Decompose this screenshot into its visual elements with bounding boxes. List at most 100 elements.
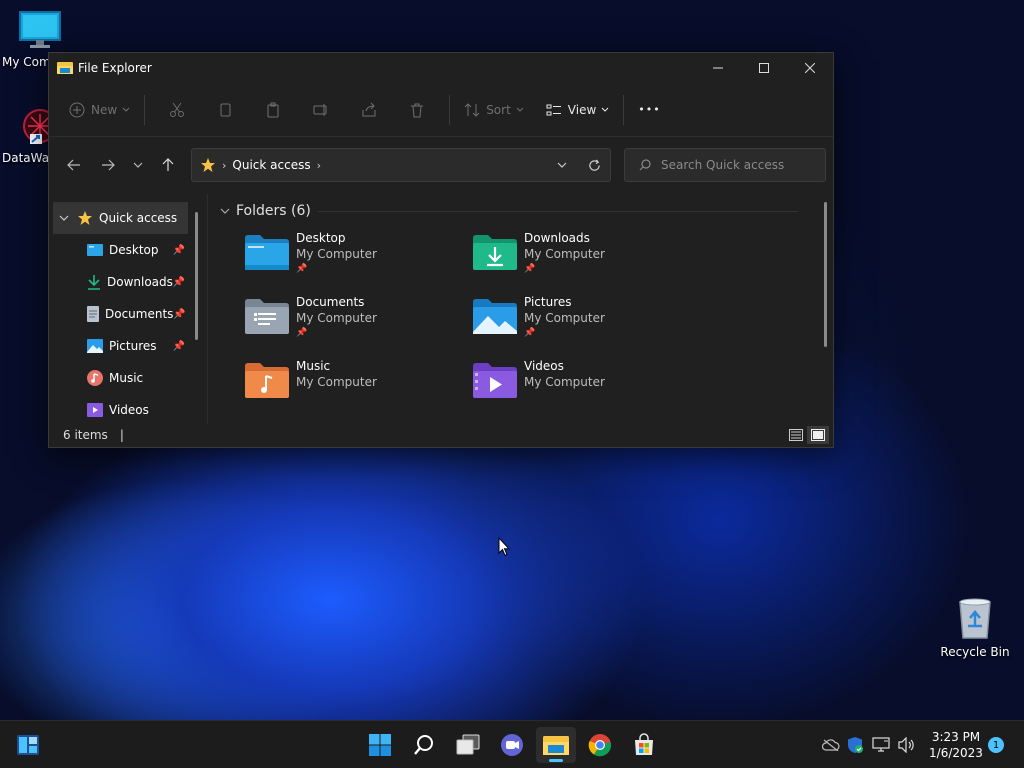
clock[interactable]: 3:23 PM 1/6/2023 xyxy=(924,729,988,761)
sidebar-item-downloads[interactable]: Downloads 📌 xyxy=(49,266,189,298)
toolbar-divider xyxy=(144,94,146,125)
sidebar-item-label: Quick access xyxy=(99,211,178,225)
details-view-icon xyxy=(789,429,803,441)
sidebar-item-label: Documents xyxy=(105,307,174,321)
clock-time: 3:23 PM xyxy=(931,730,981,744)
group-separator xyxy=(318,211,798,212)
chrome-button[interactable] xyxy=(580,727,620,763)
breadcrumb-chevron[interactable]: › xyxy=(317,159,321,172)
folder-tile-desktop[interactable]: Desktop My Computer 📌 xyxy=(244,228,472,292)
delete-button[interactable] xyxy=(393,94,441,126)
clipboard-icon xyxy=(267,102,279,117)
picture-icon xyxy=(87,338,103,354)
sidebar-item-pictures[interactable]: Pictures 📌 xyxy=(49,330,189,362)
desktop-icon-recycle-bin[interactable]: Recycle Bin xyxy=(935,596,1015,659)
maximize-button[interactable] xyxy=(741,53,787,83)
rename-icon xyxy=(313,103,327,116)
desktop-icon-label: Recycle Bin xyxy=(940,645,1010,659)
explorer-content: Quick access Desktop 📌 Downloads 📌 Docum… xyxy=(49,194,835,424)
back-button[interactable] xyxy=(59,150,89,180)
desktop-folder-icon xyxy=(245,235,289,270)
folder-location: My Computer xyxy=(524,311,605,325)
sidebar-item-music[interactable]: Music xyxy=(49,362,189,394)
file-list: Folders (6) Desktop My Computer 📌 Downlo… xyxy=(208,194,835,424)
folder-tile-music[interactable]: Music My Computer xyxy=(244,356,472,420)
main-scrollbar[interactable] xyxy=(824,202,827,347)
start-button[interactable] xyxy=(360,727,400,763)
address-history-button[interactable] xyxy=(546,159,578,172)
forward-button[interactable] xyxy=(93,150,123,180)
task-view-button[interactable] xyxy=(448,727,488,763)
folder-tile-pictures[interactable]: Pictures My Computer 📌 xyxy=(472,292,700,356)
copy-button[interactable] xyxy=(201,94,249,126)
folder-tile-documents[interactable]: Documents My Computer 📌 xyxy=(244,292,472,356)
volume-button[interactable] xyxy=(894,737,920,753)
pin-icon: 📌 xyxy=(172,340,185,352)
widgets-button[interactable] xyxy=(8,727,48,763)
download-icon xyxy=(87,274,101,290)
folder-tile-downloads[interactable]: Downloads My Computer 📌 xyxy=(472,228,700,292)
folder-tiles: Desktop My Computer 📌 Downloads My Compu… xyxy=(220,228,835,420)
file-explorer-window: File Explorer New Sort View ••• › Quick … xyxy=(48,52,834,448)
item-count: 6 items xyxy=(63,428,108,442)
up-button[interactable] xyxy=(153,150,183,180)
paste-button[interactable] xyxy=(249,94,297,126)
view-button[interactable]: View xyxy=(540,94,615,126)
security-button[interactable] xyxy=(842,736,868,754)
navigation-pane[interactable]: Quick access Desktop 📌 Downloads 📌 Docum… xyxy=(49,194,199,424)
network-button[interactable] xyxy=(868,737,894,753)
rename-button[interactable] xyxy=(297,94,345,126)
search-taskbar-button[interactable] xyxy=(404,727,444,763)
share-button[interactable] xyxy=(345,94,393,126)
share-icon xyxy=(362,102,376,116)
folder-location: My Computer xyxy=(524,247,605,261)
file-explorer-app-icon xyxy=(543,736,569,755)
store-button[interactable] xyxy=(624,727,664,763)
folder-name: Desktop xyxy=(296,231,346,245)
minimize-button[interactable] xyxy=(695,53,741,83)
chevron-down-icon xyxy=(59,215,69,221)
onedrive-button[interactable] xyxy=(820,739,842,751)
breadcrumb-quick-access[interactable]: Quick access xyxy=(232,158,310,172)
chat-button[interactable] xyxy=(492,727,532,763)
breadcrumb-chevron: › xyxy=(222,158,227,172)
cloud-offline-icon xyxy=(822,739,840,751)
folder-tile-videos[interactable]: Videos My Computer xyxy=(472,356,700,420)
network-icon xyxy=(872,737,890,752)
sidebar-item-documents[interactable]: Documents 📌 xyxy=(49,298,189,330)
sort-button[interactable]: Sort xyxy=(458,94,530,126)
file-explorer-app-icon xyxy=(57,62,73,74)
new-label: New xyxy=(91,102,118,117)
address-bar[interactable]: › Quick access › xyxy=(191,148,611,182)
videos-folder-icon xyxy=(473,363,517,398)
file-explorer-taskbar-button[interactable] xyxy=(536,727,576,763)
title-bar[interactable]: File Explorer xyxy=(49,53,833,83)
pin-icon: 📌 xyxy=(172,276,186,288)
cut-button[interactable] xyxy=(153,94,201,126)
sidebar-item-desktop[interactable]: Desktop 📌 xyxy=(49,234,189,266)
sidebar-item-videos[interactable]: Videos xyxy=(49,394,189,426)
notification-badge[interactable]: 1 xyxy=(988,737,1004,753)
monitor-icon xyxy=(19,11,61,48)
new-button[interactable]: New xyxy=(63,94,136,126)
minimize-icon xyxy=(713,67,723,69)
toolbar-divider xyxy=(623,94,625,125)
documents-folder-icon xyxy=(245,299,289,334)
refresh-button[interactable] xyxy=(578,159,610,172)
plus-circle-icon xyxy=(69,102,85,117)
details-view-button[interactable] xyxy=(785,426,807,444)
folder-name: Documents xyxy=(296,295,365,309)
star-icon xyxy=(77,210,93,226)
sidebar-item-quick-access[interactable]: Quick access xyxy=(53,202,188,234)
folder-name: Pictures xyxy=(524,295,572,309)
close-button[interactable] xyxy=(787,53,833,83)
arrow-up-icon xyxy=(162,158,174,171)
folder-name: Music xyxy=(296,359,331,373)
sidebar-scrollbar[interactable] xyxy=(195,212,198,340)
search-box[interactable] xyxy=(624,148,826,182)
more-icon: ••• xyxy=(638,103,661,116)
search-input[interactable] xyxy=(661,158,811,172)
recent-locations-button[interactable] xyxy=(123,150,153,180)
more-options-button[interactable]: ••• xyxy=(632,94,666,126)
large-icons-view-button[interactable] xyxy=(807,426,829,444)
